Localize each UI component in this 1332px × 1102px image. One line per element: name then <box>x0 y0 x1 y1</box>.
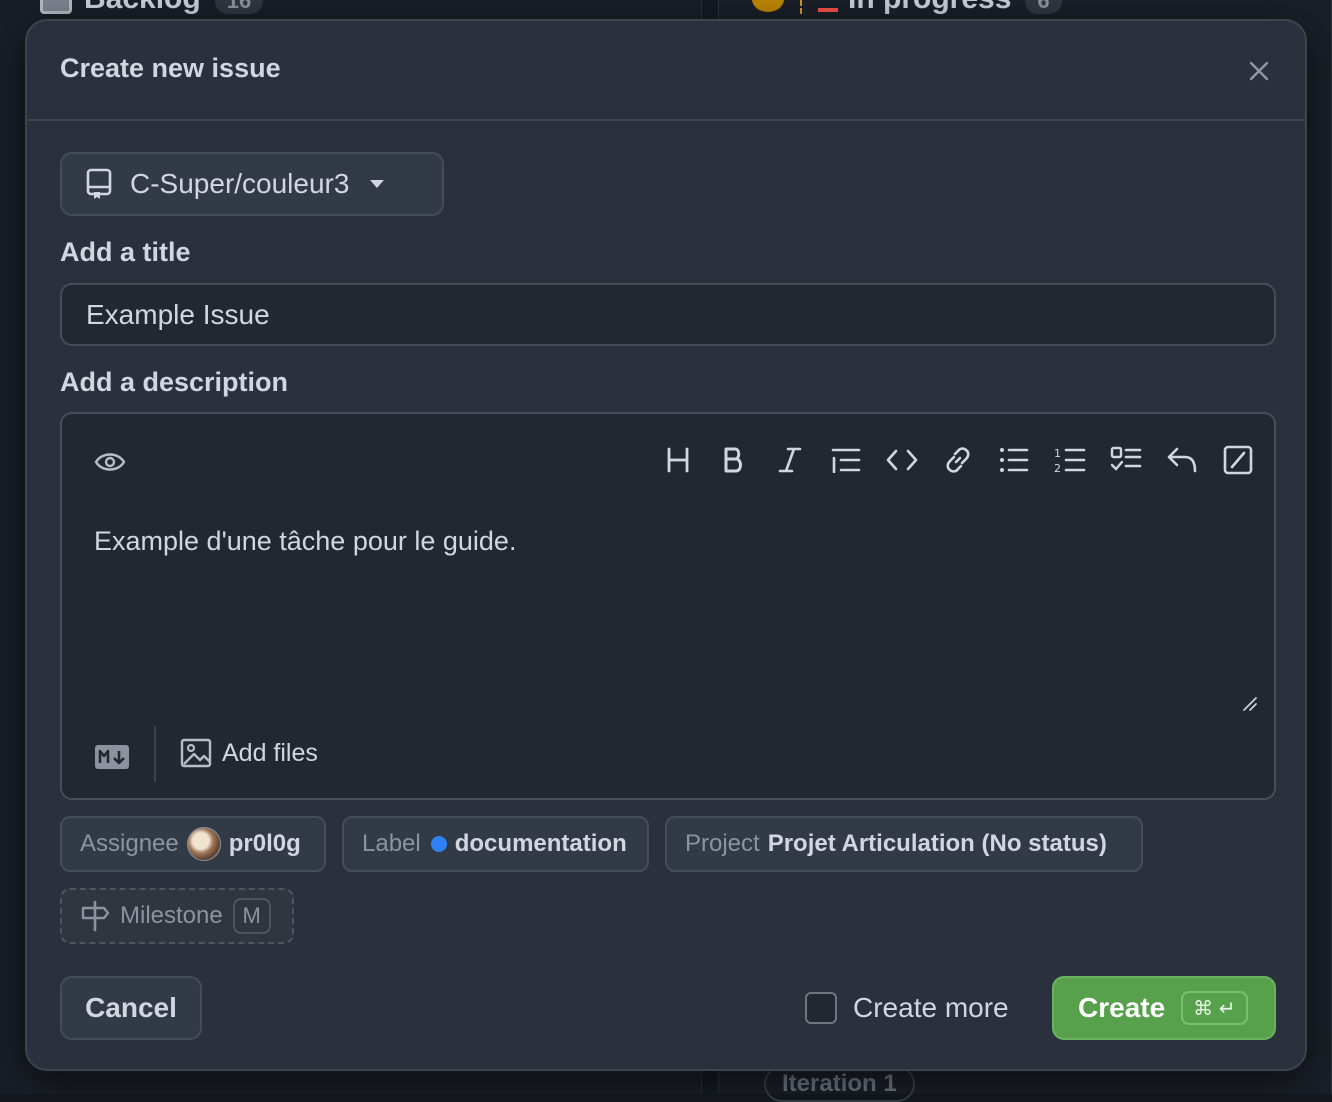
label-value: documentation <box>455 830 627 858</box>
code-icon <box>886 448 918 472</box>
preview-button[interactable] <box>92 444 128 480</box>
formatting-toolbar: 12 <box>650 440 1266 480</box>
quote-icon <box>831 447 861 473</box>
project-chip[interactable]: Project Projet Articulation (No status) <box>665 816 1143 872</box>
description-text[interactable]: Example d'une tâche pour le guide. <box>94 526 516 557</box>
dialog-header: Create new issue <box>27 21 1305 121</box>
add-files-button[interactable]: Add files <box>180 738 318 768</box>
code-button[interactable] <box>874 440 930 480</box>
ordered-list-button[interactable]: 12 <box>1042 440 1098 480</box>
label-color-dot <box>431 836 447 852</box>
milestone-shortcut: M <box>233 898 271 934</box>
eye-icon <box>94 450 126 474</box>
label-key: Label <box>362 830 421 858</box>
column-count: 6 <box>1025 0 1061 14</box>
x-icon <box>1248 60 1270 82</box>
backlog-icon <box>40 0 72 14</box>
create-more-toggle[interactable]: Create more <box>805 992 1009 1024</box>
unordered-list-button[interactable] <box>986 440 1042 480</box>
construction-icon <box>800 0 812 14</box>
reply-icon <box>1167 447 1197 473</box>
quote-button[interactable] <box>818 440 874 480</box>
slash-command-button[interactable] <box>1210 440 1266 480</box>
bold-button[interactable] <box>706 440 762 480</box>
bold-icon <box>722 446 746 474</box>
ordered-list-icon: 12 <box>1054 446 1086 474</box>
repo-icon <box>86 168 112 200</box>
unordered-list-icon <box>999 447 1029 473</box>
heading-button[interactable] <box>650 440 706 480</box>
milestone-icon <box>80 900 110 932</box>
cancel-button[interactable]: Cancel <box>60 976 202 1040</box>
triangle-down-icon <box>369 179 385 189</box>
create-more-label: Create more <box>853 992 1009 1024</box>
image-icon <box>180 738 212 768</box>
close-button[interactable] <box>1243 55 1275 87</box>
assignee-key: Assignee <box>80 830 179 858</box>
repository-name: C-Super/couleur3 <box>130 168 349 200</box>
create-more-checkbox[interactable] <box>805 992 837 1024</box>
repository-select[interactable]: C-Super/couleur3 <box>60 152 444 216</box>
italic-icon <box>778 446 802 474</box>
description-editor[interactable]: 12 Example d'une tâche pour le guide. <box>60 412 1276 800</box>
milestone-chip[interactable]: Milestone M <box>60 888 294 944</box>
task-list-button[interactable] <box>1098 440 1154 480</box>
assignee-value: pr0l0g <box>229 830 301 858</box>
description-label: Add a description <box>60 367 288 398</box>
svg-text:2: 2 <box>1054 462 1061 474</box>
task-list-icon <box>1110 446 1142 474</box>
reply-button[interactable] <box>1154 440 1210 480</box>
column-title-backlog[interactable]: Backlog16 <box>84 0 263 16</box>
milestone-key: Milestone <box>120 902 223 930</box>
create-button[interactable]: Create ⌘ ↵ <box>1052 976 1276 1040</box>
link-icon <box>943 445 973 475</box>
label-chip[interactable]: Label documentation <box>342 816 649 872</box>
column-title-in-progress[interactable]: In progress6 <box>848 0 1062 16</box>
title-label: Add a title <box>60 237 191 268</box>
project-key: Project <box>685 830 760 858</box>
title-input[interactable] <box>60 283 1276 346</box>
heading-icon <box>665 446 691 474</box>
iteration-badge: Iteration 1 <box>764 1066 915 1102</box>
avatar <box>187 827 221 861</box>
footer-divider <box>154 726 156 782</box>
project-value: Projet Articulation (No status) <box>768 830 1107 858</box>
add-files-label: Add files <box>222 739 318 768</box>
link-button[interactable] <box>930 440 986 480</box>
editor-footer: Add files <box>62 726 1274 798</box>
italic-button[interactable] <box>762 440 818 480</box>
assignee-chip[interactable]: Assignee pr0l0g <box>60 816 326 872</box>
slash-command-icon <box>1223 445 1253 475</box>
create-issue-dialog: Create new issue C-Super/couleur3 Add a … <box>25 19 1307 1071</box>
column-count: 16 <box>215 0 263 14</box>
barrier-icon <box>818 0 838 12</box>
svg-text:1: 1 <box>1054 447 1061 460</box>
markdown-icon <box>94 744 130 770</box>
create-shortcut: ⌘ ↵ <box>1181 991 1247 1025</box>
dialog-title: Create new issue <box>60 53 281 84</box>
resize-handle-icon[interactable] <box>1240 694 1258 712</box>
create-button-label: Create <box>1078 992 1165 1024</box>
